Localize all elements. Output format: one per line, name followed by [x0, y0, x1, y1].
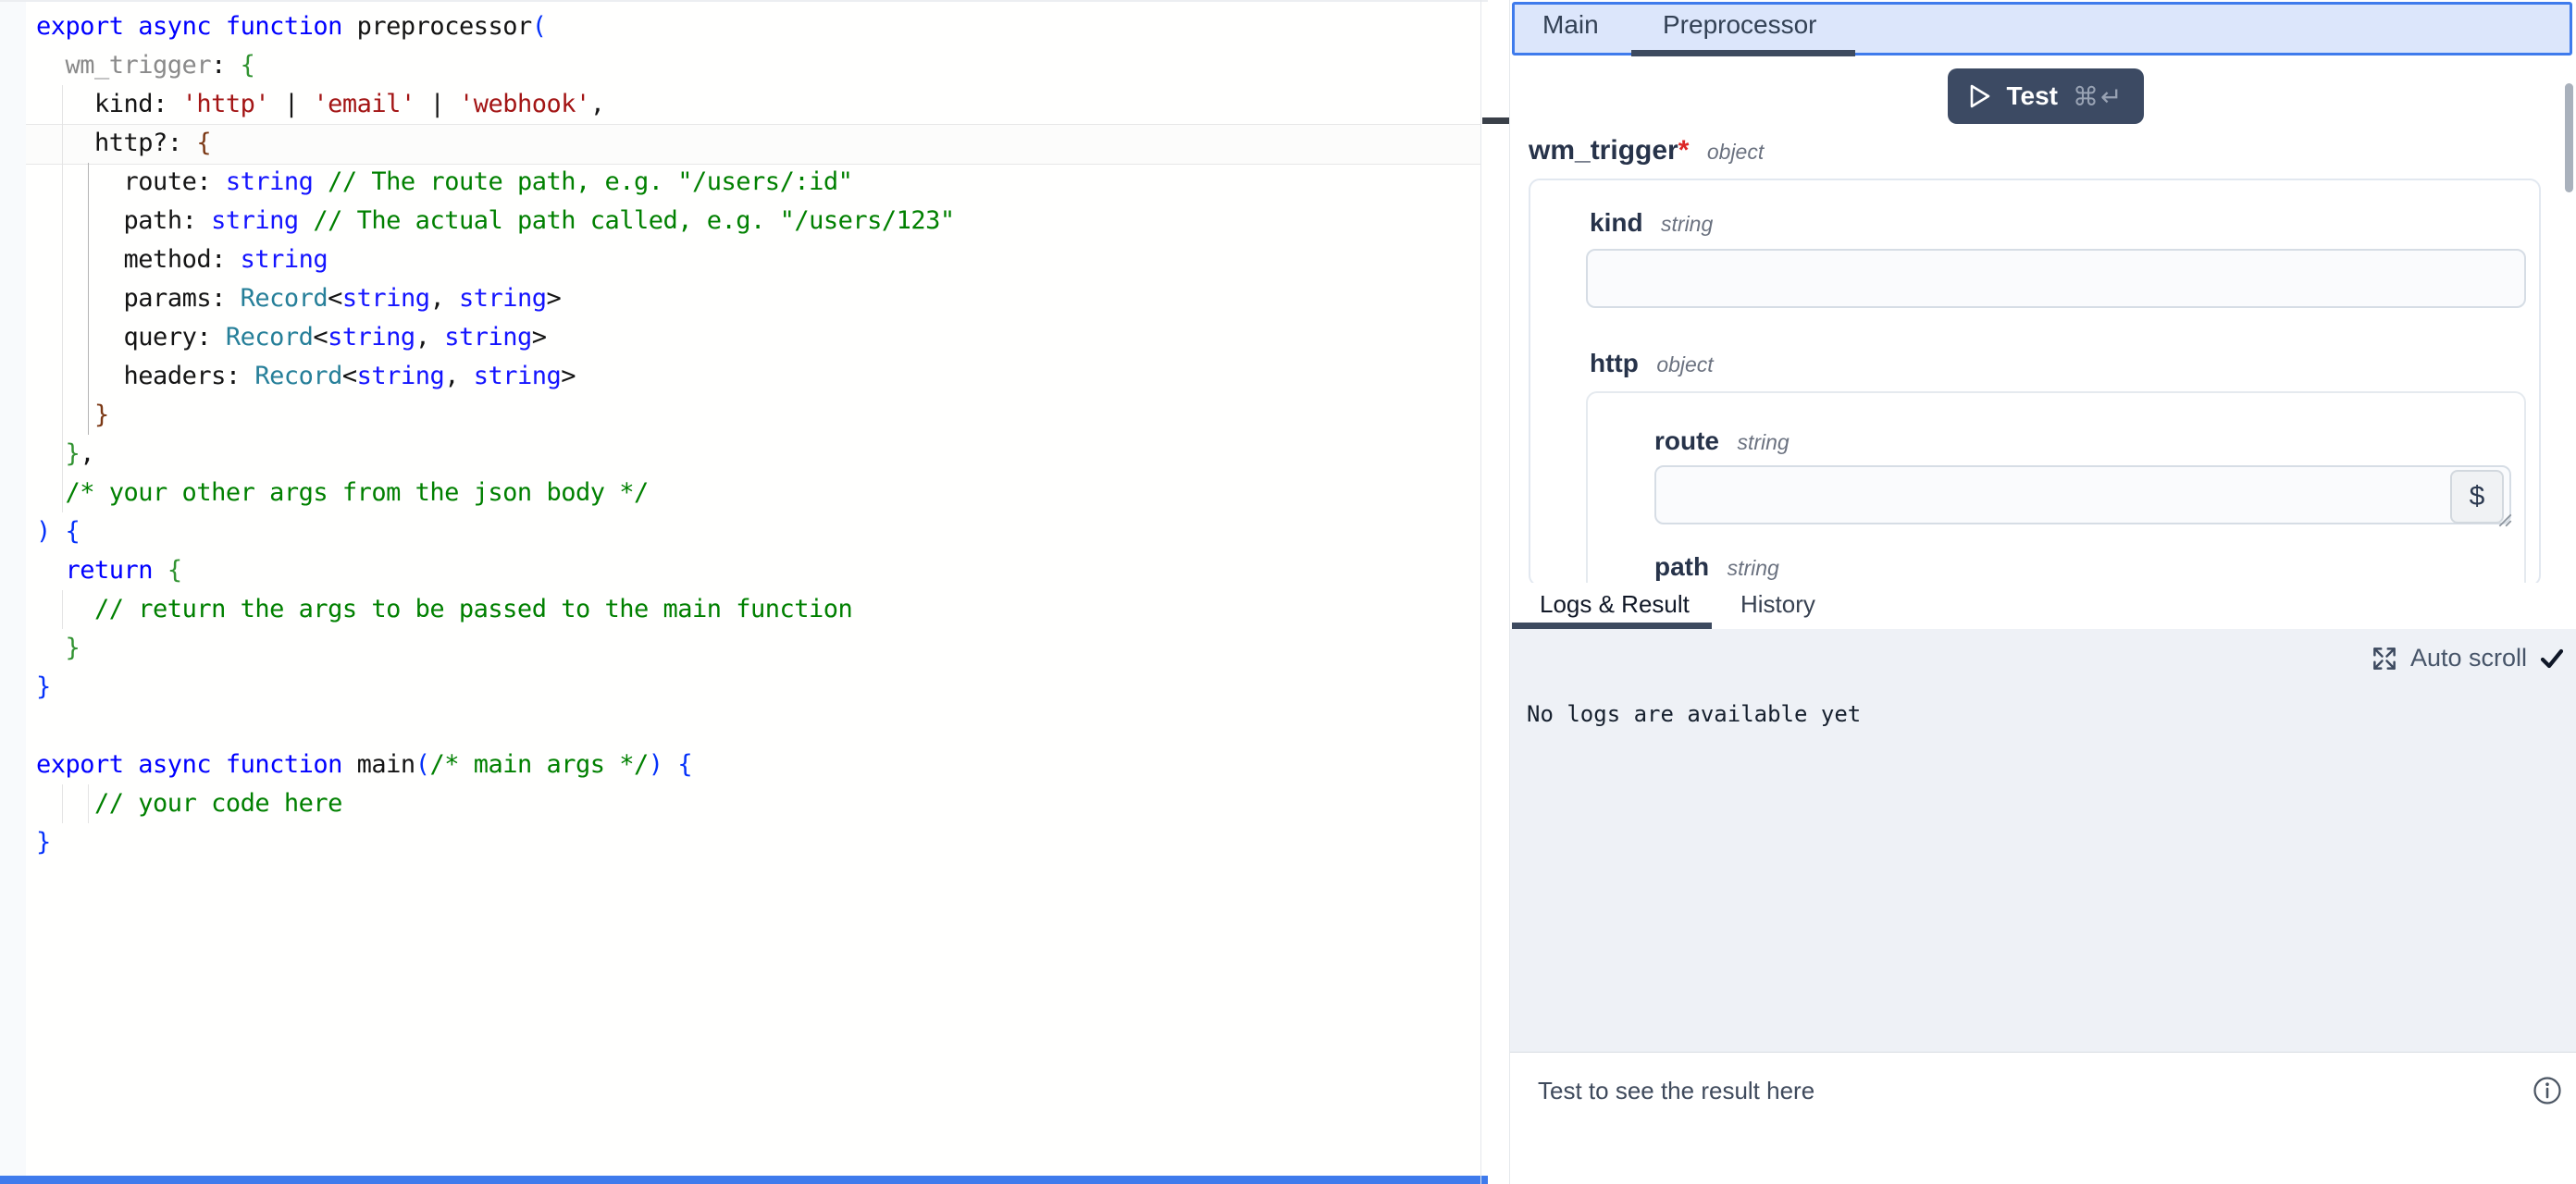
expand-icon[interactable] [2371, 645, 2398, 672]
code-line[interactable]: } [36, 396, 955, 435]
http-object-box: route string $ path string [1586, 391, 2526, 586]
code-line[interactable]: headers: Record<string, string> [36, 357, 955, 396]
test-button-label: Test [2007, 81, 2059, 111]
code-line[interactable]: params: Record<string, string> [36, 279, 955, 318]
code-line[interactable]: route: string // The route path, e.g. "/… [36, 163, 955, 202]
field-name: route [1654, 426, 1719, 455]
code-line[interactable] [36, 707, 955, 746]
code-editor-pane: export async function preprocessor( wm_t… [0, 0, 1488, 1184]
code-line[interactable]: return { [36, 551, 955, 590]
tab-preprocessor[interactable]: Preprocessor [1663, 10, 1817, 40]
result-area: Test to see the result here [1510, 1052, 2576, 1184]
code-line[interactable]: /* your other args from the json body */ [36, 474, 955, 512]
field-type: string [1661, 212, 1713, 236]
active-tab-underline [1631, 50, 1855, 56]
wm-trigger-object-box: kind string http object route string $ [1529, 179, 2541, 586]
code-line[interactable]: }, [36, 435, 955, 474]
kind-field-label: kind string [1590, 208, 1713, 238]
editor-tabs-bar: Main Preprocessor [1512, 2, 2572, 56]
active-tab-underline [1512, 623, 1712, 629]
code-line[interactable]: } [36, 823, 955, 862]
code-line[interactable]: ) { [36, 512, 955, 551]
route-input[interactable]: $ [1654, 465, 2511, 524]
editor-gutter [0, 2, 26, 1184]
empty-logs-message: No logs are available yet [1527, 701, 1861, 727]
field-name: kind [1590, 208, 1643, 237]
checkmark-icon[interactable] [2539, 646, 2565, 672]
code-line[interactable]: method: string [36, 240, 955, 279]
test-button[interactable]: Test ⌘↵ [1948, 68, 2144, 124]
editor-selected-bottom-bar [0, 1176, 1488, 1184]
tab-history[interactable]: History [1740, 590, 1815, 619]
field-type: object [1656, 352, 1713, 376]
windmill-script-editor: export async function preprocessor( wm_t… [0, 0, 2576, 1184]
auto-scroll-toggle[interactable]: Auto scroll [2371, 644, 2565, 672]
result-placeholder: Test to see the result here [1538, 1077, 1814, 1105]
root-field-type: object [1707, 140, 1764, 164]
field-name: path [1654, 552, 1709, 581]
code-line[interactable]: export async function preprocessor( [36, 7, 955, 46]
root-field-name: wm_trigger [1529, 135, 1678, 166]
code-line[interactable]: // your code here [36, 784, 955, 823]
tab-main[interactable]: Main [1542, 10, 1599, 40]
field-type: string [1728, 556, 1779, 580]
code-line[interactable]: export async function main(/* main args … [36, 746, 955, 784]
preview-panel: Main Preprocessor Test ⌘↵ wm_trigger* ob… [1510, 0, 2576, 1184]
path-field-label: path string [1654, 552, 1779, 582]
code-line[interactable]: wm_trigger: { [36, 46, 955, 85]
route-field-label: route string [1654, 426, 1790, 456]
logs-tab-bar: Logs & Result History [1510, 583, 2576, 631]
info-icon[interactable] [2532, 1075, 2563, 1106]
test-shortcut: ⌘↵ [2073, 81, 2124, 112]
code-content[interactable]: export async function preprocessor( wm_t… [36, 7, 955, 862]
code-line[interactable]: } [36, 629, 955, 668]
code-line[interactable]: query: Record<string, string> [36, 318, 955, 357]
play-icon [1968, 82, 1992, 110]
kind-input[interactable] [1586, 249, 2526, 308]
schema-root-label: wm_trigger* object [1529, 135, 1764, 166]
overview-ruler-cursor-mark [1482, 117, 1510, 124]
code-line[interactable]: kind: 'http' | 'email' | 'webhook', [36, 85, 955, 124]
tab-logs-result[interactable]: Logs & Result [1540, 590, 1690, 619]
required-asterisk: * [1678, 135, 1690, 166]
auto-scroll-label: Auto scroll [2410, 644, 2527, 672]
code-line[interactable]: http?: { [36, 124, 955, 163]
field-name: http [1590, 349, 1639, 377]
resize-grip-icon[interactable] [2496, 512, 2513, 528]
field-type: string [1737, 430, 1789, 454]
pane-divider[interactable] [1480, 0, 1481, 1184]
code-line[interactable]: path: string // The actual path called, … [36, 202, 955, 240]
panel-scrollbar-thumb[interactable] [2565, 83, 2573, 192]
log-output-area: Auto scroll No logs are available yet [1510, 629, 2576, 1052]
http-field-label: http object [1590, 349, 1714, 378]
code-line[interactable]: } [36, 668, 955, 707]
code-line[interactable]: // return the args to be passed to the m… [36, 590, 955, 629]
